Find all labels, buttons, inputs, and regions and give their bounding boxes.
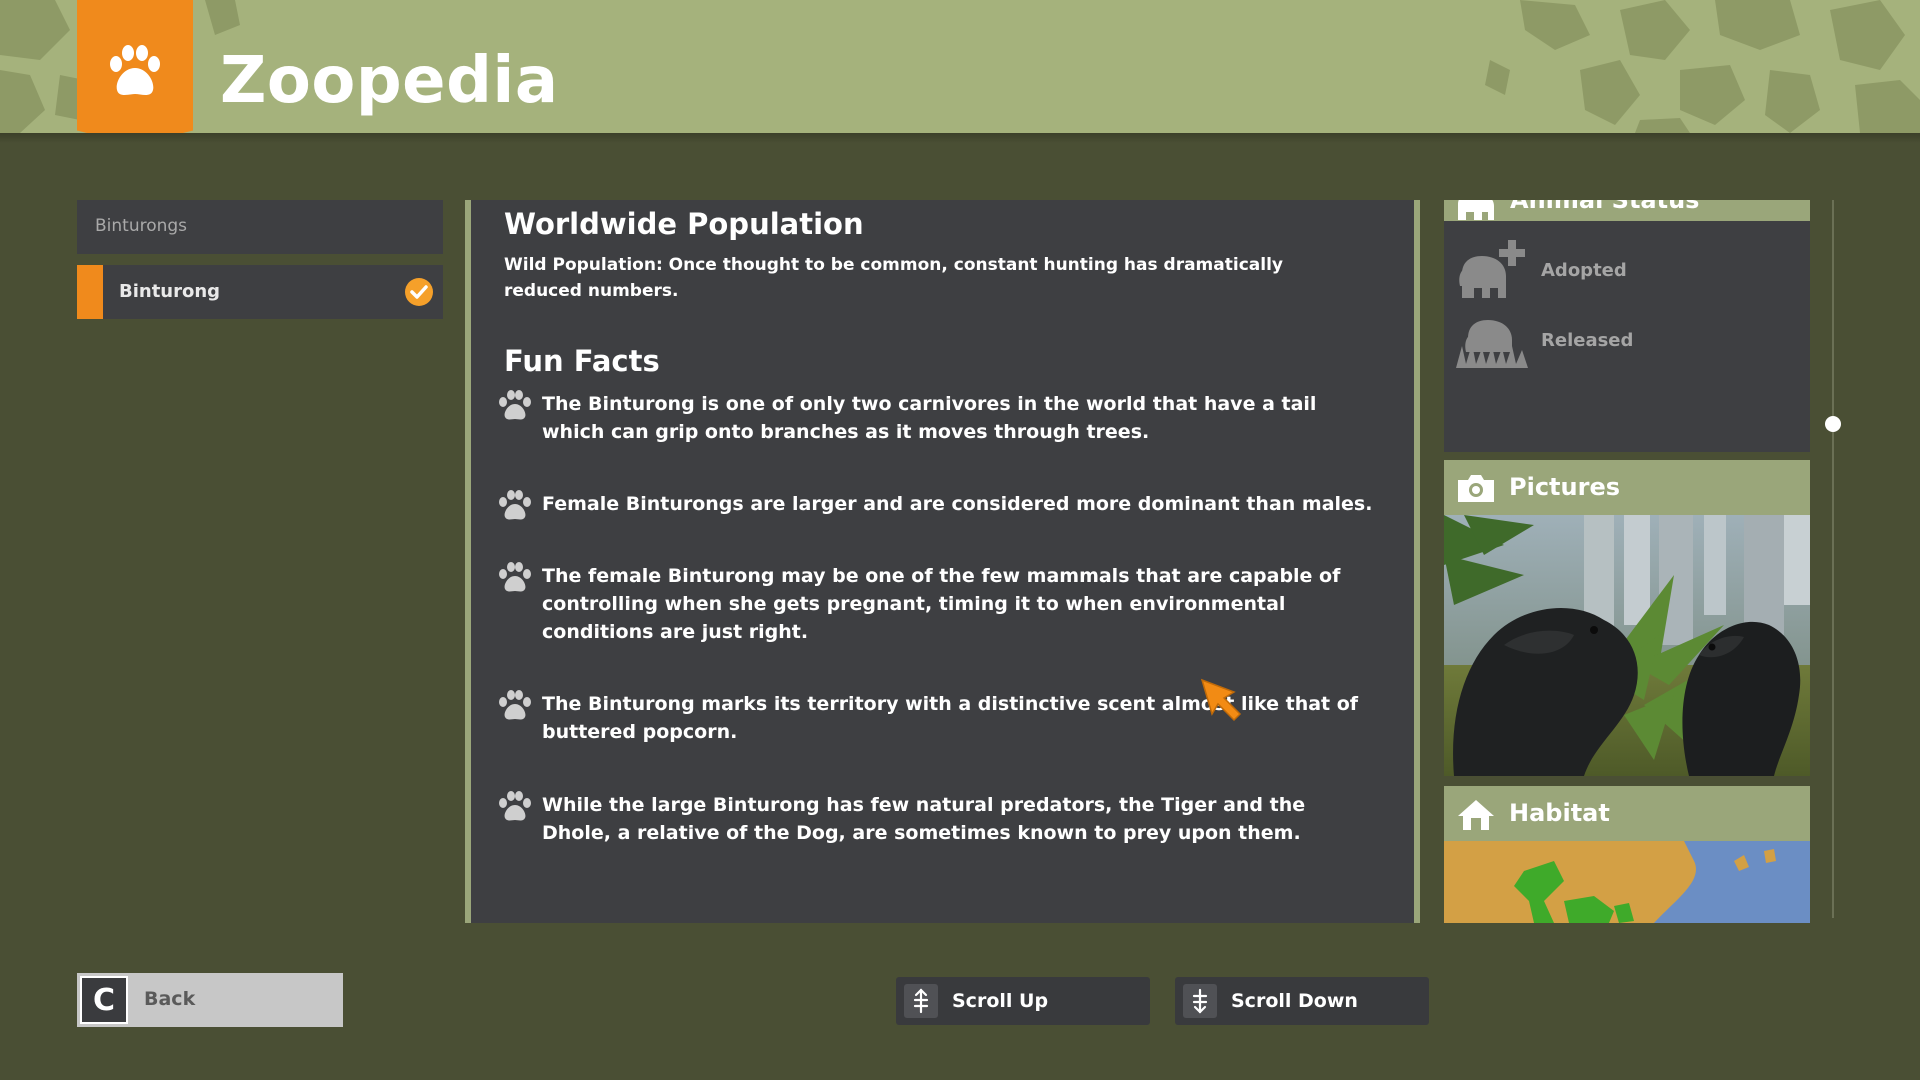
- status-row-adopted: Adopted: [1444, 238, 1810, 302]
- fun-fact-text: While the large Binturong has few natura…: [542, 794, 1306, 844]
- list-item-label: Binturong: [119, 281, 221, 302]
- scroll-up-label: Scroll Up: [952, 990, 1049, 1012]
- elephant-icon: [1458, 200, 1494, 220]
- animal-status-box: Animal Status Adopted Released: [1444, 200, 1810, 452]
- header-bar: Zoopedia: [0, 0, 1920, 133]
- camera-icon: [1458, 475, 1494, 502]
- paw-bullet-icon: [499, 690, 531, 720]
- fun-fact-text: Female Binturongs are larger and are con…: [542, 493, 1373, 515]
- list-item-binturong[interactable]: Binturong: [77, 265, 443, 319]
- fun-fact-text: The Binturong marks its territory with a…: [542, 693, 1359, 743]
- app-title: Zoopedia: [220, 44, 559, 118]
- paw-bullet-icon: [499, 791, 531, 821]
- header-shadow: [0, 133, 1920, 143]
- scroll-down-label: Scroll Down: [1231, 990, 1358, 1012]
- fun-facts-title: Fun Facts: [504, 344, 660, 378]
- back-button-label: Back: [144, 988, 196, 1010]
- mouse-cursor-icon: [1200, 678, 1242, 722]
- category-header: Binturongs: [77, 200, 443, 254]
- scroll-down-key-icon: [1183, 984, 1217, 1018]
- selection-accent: [77, 265, 103, 319]
- status-label-released: Released: [1541, 330, 1634, 351]
- habitat-box[interactable]: Habitat: [1444, 786, 1810, 923]
- pictures-header: Pictures: [1444, 460, 1810, 515]
- habitat-header: Habitat: [1444, 786, 1810, 841]
- population-text: Wild Population: Once thought to be comm…: [504, 255, 1283, 301]
- paw-bullet-icon: [499, 562, 531, 592]
- paw-bullet-icon: [499, 490, 531, 520]
- paw-icon: [110, 45, 160, 95]
- scroll-up-key-icon: [904, 984, 938, 1018]
- animal-status-title: Animal Status: [1510, 200, 1700, 214]
- elephant-grass-icon: [1456, 320, 1528, 368]
- elephant-plus-icon: [1459, 240, 1525, 298]
- scrollbar-track[interactable]: [1832, 200, 1834, 918]
- zoopedia-logo: [77, 0, 193, 133]
- status-row-released: Released: [1444, 308, 1810, 372]
- fun-fact-text: The female Binturong may be one of the f…: [542, 565, 1341, 643]
- info-panel[interactable]: Worldwide Population Wild Population: On…: [465, 200, 1420, 923]
- pictures-title: Pictures: [1509, 473, 1620, 501]
- scroll-down-button[interactable]: Scroll Down: [1175, 977, 1429, 1025]
- habitat-map[interactable]: [1444, 841, 1810, 923]
- binturong-photo[interactable]: [1444, 515, 1810, 776]
- population-title: Worldwide Population: [504, 207, 864, 241]
- category-label: Binturongs: [95, 216, 188, 236]
- back-button[interactable]: C Back: [77, 973, 343, 1027]
- habitat-title: Habitat: [1509, 799, 1610, 827]
- scrollbar-thumb[interactable]: [1825, 416, 1841, 432]
- back-key-hint: C: [80, 976, 128, 1024]
- animal-status-header: Animal Status: [1444, 200, 1810, 221]
- fun-fact-text: The Binturong is one of only two carnivo…: [542, 393, 1317, 443]
- paw-bullet-icon: [499, 390, 531, 420]
- house-icon: [1458, 800, 1494, 830]
- pictures-box[interactable]: Pictures: [1444, 460, 1810, 776]
- status-label-adopted: Adopted: [1541, 260, 1627, 281]
- scroll-up-button[interactable]: Scroll Up: [896, 977, 1150, 1025]
- checkmark-icon: [405, 278, 433, 306]
